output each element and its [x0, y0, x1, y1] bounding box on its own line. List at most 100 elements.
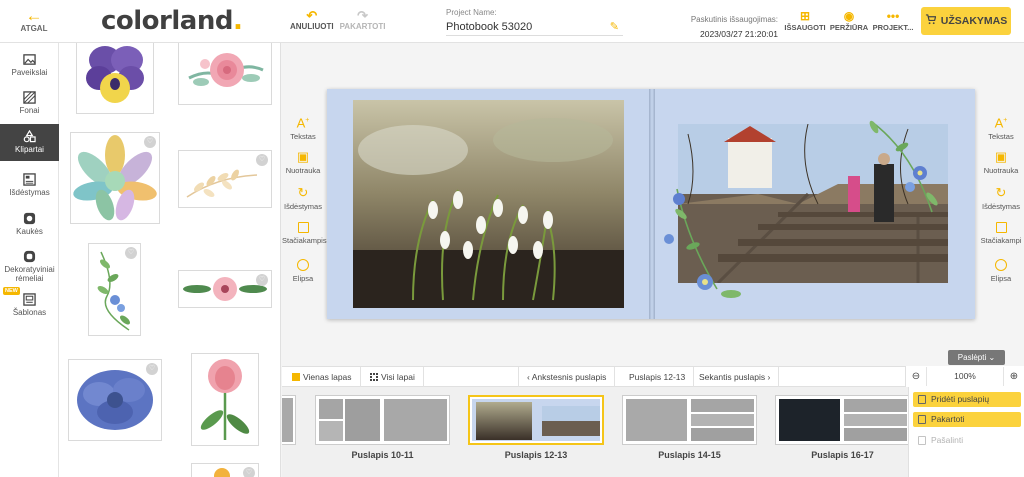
clipart-item[interactable] — [76, 43, 154, 114]
clipart-item[interactable]: ♡ — [70, 132, 160, 224]
snowdrops-photo[interactable] — [353, 100, 624, 308]
undo-button[interactable]: ↶ ANULIUOTI — [290, 8, 334, 31]
book-spine — [649, 89, 655, 319]
copy-icon — [918, 415, 926, 424]
favorite-heart-icon[interactable]: ♡ — [125, 247, 137, 259]
chevron-left-icon: ‹ — [527, 372, 530, 382]
thumbnail-pages-12-13[interactable] — [468, 395, 604, 445]
thumbnail-strip: Puslapis 10-11 Puslapis 12-13 Puslapis 1… — [282, 387, 908, 477]
hide-panel-button[interactable]: Paslėpti ⌄ — [948, 350, 1005, 365]
tool-label: Šablonas — [12, 308, 47, 317]
add-rectangle-button[interactable]: Stačiakampis — [282, 222, 327, 258]
clipart-panel: ♡ ♡ ♡ ♡ ♡ ♡ — [59, 43, 281, 477]
add-pages-label: Pridėti puslapių — [931, 394, 990, 404]
layout-icon — [23, 173, 36, 186]
thumbnail-partial[interactable] — [282, 395, 296, 445]
layout-button[interactable]: ↻ Išdėstymas — [980, 185, 1022, 221]
delete-page-button[interactable]: Pašalinti — [913, 433, 1021, 448]
project-name-block: Project Name: Photobook 53020 ✎ — [446, 8, 623, 36]
clipart-item[interactable]: ♡ — [191, 463, 259, 477]
previous-page-label: Ankstesnis puslapis — [531, 372, 607, 382]
project-menu-button[interactable]: ••• PROJEKT... — [872, 9, 914, 32]
zoom-out-icon[interactable]: ⊖ — [906, 371, 926, 382]
floral-decoration-icon — [664, 188, 741, 298]
last-saved-time: 2023/03/27 21:20:01 — [700, 29, 778, 39]
add-ellipse-button[interactable]: Elipsa — [282, 259, 324, 295]
add-text-button[interactable]: A+ Tekstas — [282, 113, 324, 149]
favorite-heart-icon[interactable]: ♡ — [146, 363, 158, 375]
add-rectangle-button[interactable]: Stačiakampi — [980, 222, 1022, 258]
ellipse-icon — [297, 259, 309, 271]
text-plus-icon: A+ — [296, 115, 310, 131]
next-page-button[interactable]: Sekantis puslapis › — [691, 367, 780, 387]
page-actions-menu: Pridėti puslapių Pakartoti Pašalinti — [908, 387, 1024, 477]
project-name-input[interactable]: Photobook 53020 ✎ — [446, 20, 623, 36]
tool-masks[interactable]: Kaukės — [0, 212, 59, 236]
undo-label: ANULIUOTI — [290, 22, 334, 31]
back-button[interactable]: ← ATGAL — [14, 6, 54, 33]
add-photo-button[interactable]: ▣ Nuotrauka — [282, 149, 324, 185]
tool-layout[interactable]: Išdėstymas — [0, 173, 59, 197]
favorite-heart-icon[interactable]: ♡ — [243, 467, 255, 477]
thumbnail-pages-14-15[interactable] — [622, 395, 757, 445]
clipart-item[interactable] — [178, 43, 272, 105]
tool-label: Kaukės — [16, 227, 43, 236]
redo-button[interactable]: ↷ PAKARTOTI — [339, 9, 386, 31]
tool-label: Tekstas — [988, 132, 1014, 142]
more-dots-icon: ••• — [886, 9, 900, 23]
arrow-left-icon: ← — [25, 6, 43, 25]
clipart-item[interactable]: ♡ — [88, 243, 141, 336]
previous-page-button[interactable]: ‹ Ankstesnis puslapis — [518, 367, 616, 387]
repeat-label: Pakartoti — [931, 414, 965, 424]
repeat-page-button[interactable]: Pakartoti — [913, 412, 1021, 427]
add-page-icon — [918, 395, 926, 404]
preview-button[interactable]: ◉ PERŽIŪRA — [828, 9, 870, 32]
tool-label: Tekstas — [290, 132, 316, 142]
tool-images[interactable]: Paveikslai — [0, 53, 59, 77]
pencil-icon[interactable]: ✎ — [610, 20, 619, 34]
tool-frames[interactable]: Dekoratyviniai rėmeliai — [0, 250, 59, 283]
clipart-item[interactable]: ♡ — [68, 359, 162, 441]
grid-icon — [370, 373, 378, 381]
add-text-button[interactable]: A+ Tekstas — [980, 113, 1022, 149]
frame-icon — [23, 250, 36, 263]
order-label: UŽSAKYMAS — [940, 15, 1008, 27]
clipart-item[interactable]: ♡ — [178, 150, 272, 208]
single-page-view-button[interactable]: Vienas lapas — [282, 367, 361, 387]
project-name-label: Project Name: — [446, 8, 497, 17]
tool-label: Stačiakampis — [282, 236, 327, 245]
tool-label: Paveikslai — [11, 68, 48, 77]
favorite-heart-icon[interactable]: ♡ — [256, 274, 268, 286]
thumbnail-pages-16-17[interactable] — [775, 395, 908, 445]
favorite-heart-icon[interactable]: ♡ — [256, 154, 268, 166]
rose-clipart-icon — [188, 53, 264, 87]
tool-label: Nuotrauka — [285, 166, 321, 175]
current-page-indicator: Puslapis 12-13 — [621, 367, 695, 387]
snowdrops-photo-icon — [353, 100, 624, 308]
book-spread[interactable] — [327, 89, 975, 319]
current-page-label: Puslapis 12-13 — [629, 372, 686, 382]
zoom-in-icon[interactable]: ⊕ — [1004, 371, 1024, 382]
redo-label: PAKARTOTI — [339, 22, 386, 31]
add-photo-button[interactable]: ▣ Nuotrauka — [980, 149, 1022, 185]
tool-clipart[interactable]: Klipartai — [0, 124, 59, 161]
cart-icon — [925, 14, 937, 28]
order-button[interactable]: UŽSAKYMAS — [921, 7, 1011, 35]
all-pages-view-button[interactable]: Visi lapai — [362, 367, 424, 387]
add-pages-button[interactable]: Pridėti puslapių — [913, 392, 1021, 407]
save-button[interactable]: ⊞ IŠSAUGOTI — [784, 9, 826, 32]
thumbnail-pages-10-11[interactable] — [315, 395, 450, 445]
clipart-icon — [23, 130, 36, 143]
tool-label: Elipsa — [292, 274, 314, 283]
tool-template[interactable]: Šablonas — [0, 293, 59, 317]
preview-label: PERŽIŪRA — [829, 23, 869, 32]
refresh-icon: ↻ — [995, 185, 1007, 200]
photo-plus-icon: ▣ — [296, 149, 310, 164]
undo-icon: ↶ — [306, 8, 318, 23]
clipart-item[interactable] — [191, 353, 259, 446]
layout-button[interactable]: ↻ Išdėstymas — [282, 185, 324, 221]
favorite-heart-icon[interactable]: ♡ — [144, 136, 156, 148]
tool-backgrounds[interactable]: Fonai — [0, 91, 59, 115]
add-ellipse-button[interactable]: Elipsa — [980, 259, 1022, 295]
clipart-item[interactable]: ♡ — [178, 270, 272, 308]
